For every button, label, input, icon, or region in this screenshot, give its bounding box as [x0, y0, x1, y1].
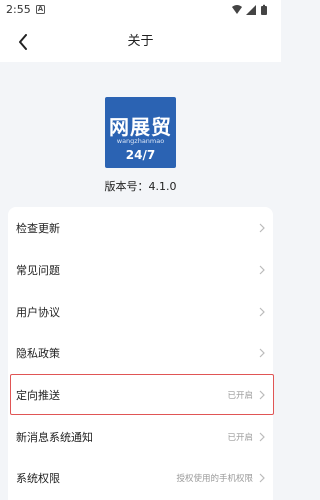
settings-item-label: 常见问题 — [16, 263, 60, 277]
settings-item-check-update[interactable]: 检查更新 — [8, 207, 273, 248]
logo-mark: 网展贸 — [109, 115, 172, 139]
chevron-right-icon — [259, 223, 265, 232]
settings-item-status: 授权使用的手机权限 — [176, 473, 253, 484]
signal-icon — [246, 5, 256, 15]
page-title: 关于 — [127, 34, 154, 49]
settings-item-label: 系统权限 — [16, 471, 60, 485]
back-button[interactable] — [12, 30, 34, 54]
status-icons — [231, 4, 275, 16]
chevron-right-icon — [259, 348, 265, 357]
settings-item-targeted-push[interactable]: 定向推送 已开启 — [8, 374, 273, 415]
logo-subtitle: wangzhanmao — [116, 137, 165, 145]
back-arrow-icon — [19, 34, 27, 50]
logo-tagline: 24/7 — [125, 148, 156, 162]
settings-item-label: 用户协议 — [16, 305, 60, 319]
settings-item-system-permissions[interactable]: 系统权限 授权使用的手机权限 — [8, 457, 273, 498]
status-bar: 2:55 A — [0, 0, 281, 22]
settings-item-status: 已开启 — [227, 390, 253, 401]
app-header: 关于 — [0, 22, 281, 62]
settings-list: 检查更新 常见问题 用户协议 隐私政策 定向推送 已开启 新消息系统通知 已开启… — [8, 207, 273, 500]
settings-item-privacy-policy[interactable]: 隐私政策 — [8, 332, 273, 373]
battery-icon — [261, 4, 267, 15]
chevron-right-icon — [259, 307, 265, 316]
chevron-right-icon — [259, 390, 265, 399]
settings-item-status: 已开启 — [227, 432, 253, 443]
version-label: 版本号：4.1.0 — [104, 180, 177, 193]
settings-item-system-notifications[interactable]: 新消息系统通知 已开启 — [8, 416, 273, 457]
settings-item-label: 隐私政策 — [16, 346, 60, 360]
settings-item-label: 定向推送 — [16, 388, 60, 402]
chevron-right-icon — [259, 473, 265, 482]
settings-item-label: 新消息系统通知 — [16, 430, 93, 444]
settings-item-user-agreement[interactable]: 用户协议 — [8, 291, 273, 332]
settings-item-label: 检查更新 — [16, 221, 60, 235]
chevron-right-icon — [259, 265, 265, 274]
chevron-right-icon — [259, 432, 265, 441]
notification-icon: A — [36, 5, 45, 14]
app-logo: 网展贸 wangzhanmao 24/7 — [105, 97, 176, 168]
status-time: 2:55 — [6, 3, 31, 16]
settings-item-faq[interactable]: 常见问题 — [8, 249, 273, 290]
wifi-icon — [232, 5, 242, 14]
